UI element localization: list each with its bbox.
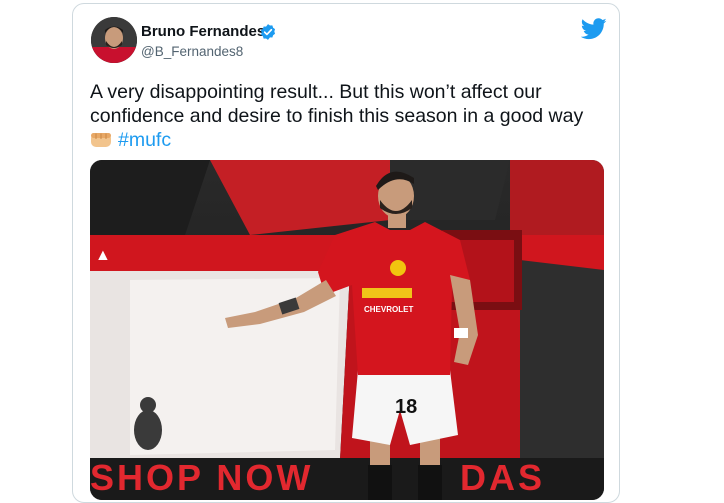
- author-handle[interactable]: @B_Fernandes8: [141, 44, 243, 59]
- twitter-bird-icon[interactable]: [581, 18, 607, 40]
- hashtag-link[interactable]: #mufc: [118, 129, 171, 151]
- display-name[interactable]: Bruno Fernandes: [141, 23, 265, 40]
- fist-icon: [91, 133, 111, 147]
- svg-text:18: 18: [395, 396, 417, 418]
- avatar-image: [91, 17, 137, 63]
- tweet-body: A very disappointing result... But this …: [90, 81, 584, 127]
- tweet-card[interactable]: Bruno Fernandes @B_Fernandes8 A very dis…: [72, 3, 620, 503]
- svg-text:CHEVROLET: CHEVROLET: [364, 305, 413, 314]
- avatar[interactable]: [91, 17, 137, 63]
- tweet-text: A very disappointing result... But this …: [90, 80, 610, 152]
- tweet-photo[interactable]: ▲ SHOP NOW DAS 18 CHEVROLET: [90, 160, 604, 500]
- led-board-text: SHOP NOW: [90, 457, 313, 498]
- tweet-photo-image: ▲ SHOP NOW DAS 18 CHEVROLET: [90, 160, 604, 500]
- svg-text:DAS: DAS: [460, 457, 545, 498]
- verified-badge-icon: [260, 24, 276, 40]
- svg-text:▲: ▲: [95, 247, 111, 264]
